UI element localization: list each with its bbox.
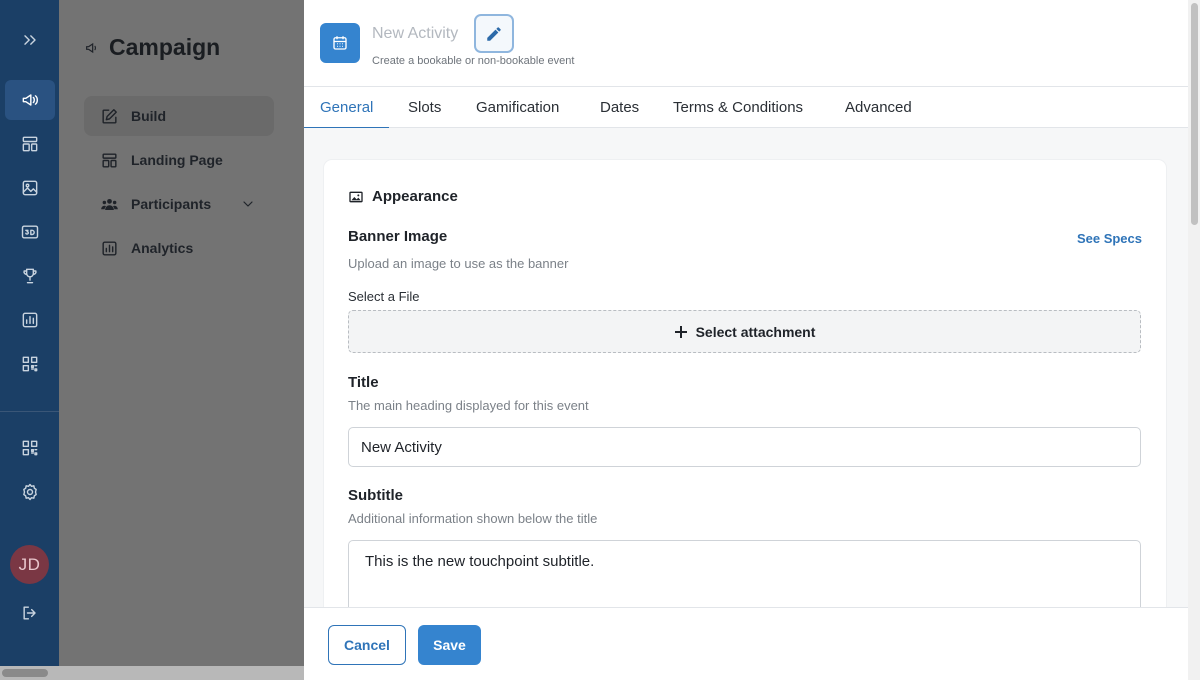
calendar-icon (320, 23, 360, 63)
subtitle-label: Subtitle (348, 487, 403, 504)
megaphone-icon (86, 42, 97, 53)
avatar[interactable]: JD (10, 545, 49, 584)
section-title: Appearance (372, 188, 458, 205)
image-icon[interactable] (5, 168, 55, 208)
title-help: The main heading displayed for this even… (348, 398, 589, 413)
subtitle-help: Additional information shown below the t… (348, 511, 598, 526)
save-button[interactable]: Save (418, 625, 481, 665)
app-rail: JD (0, 0, 59, 666)
pencil-icon (487, 26, 501, 41)
edit-icon (102, 108, 117, 124)
title-label: Title (348, 374, 379, 391)
vertical-scrollbar[interactable] (1188, 0, 1200, 680)
tab-bar: General Slots Gamification Dates Terms &… (303, 87, 1188, 129)
tab-dates[interactable]: Dates (600, 87, 639, 128)
chart-icon (102, 240, 117, 256)
drawer-footer: Cancel Save (304, 607, 1188, 680)
tab-terms-conditions[interactable]: Terms & Conditions (673, 87, 803, 128)
plus-icon (674, 325, 687, 338)
settings-icon[interactable] (5, 472, 55, 512)
see-specs-link[interactable]: See Specs (1077, 231, 1142, 246)
megaphone-icon[interactable] (5, 80, 55, 120)
trophy-icon[interactable] (5, 256, 55, 296)
rail-divider (0, 411, 59, 412)
nav-item-label: Build (131, 108, 166, 124)
edit-title-button[interactable] (474, 14, 514, 53)
banner-help: Upload an image to use as the banner (348, 256, 569, 271)
analytics-icon[interactable] (5, 300, 55, 340)
select-attachment-button[interactable]: Select attachment (348, 310, 1141, 353)
select-attachment-label: Select attachment (695, 323, 816, 340)
layout-icon (102, 152, 117, 168)
drawer-title: New Activity (372, 25, 459, 42)
expand-icon[interactable] (5, 20, 55, 60)
image-icon (349, 191, 363, 202)
horizontal-scrollbar[interactable] (0, 666, 304, 680)
qr-icon[interactable] (5, 428, 55, 468)
campaign-sidebar: Campaign Build Landing Page Participants… (59, 0, 304, 666)
tab-gamification[interactable]: Gamification (476, 87, 559, 128)
scrollbar-thumb[interactable] (1191, 3, 1198, 225)
campaign-title: Campaign (109, 34, 221, 60)
tab-advanced[interactable]: Advanced (845, 87, 912, 128)
scrollbar-thumb[interactable] (2, 669, 48, 677)
tab-slots[interactable]: Slots (408, 87, 441, 128)
nav-item-build[interactable]: Build (84, 96, 274, 136)
title-input[interactable]: New Activity (348, 427, 1141, 467)
nav-item-landing-page[interactable]: Landing Page (84, 140, 274, 180)
drawer-subtitle: Create a bookable or non-bookable event (372, 55, 575, 67)
campaign-heading: Campaign (84, 34, 220, 61)
nav-item-label: Analytics (131, 240, 194, 256)
nav-item-label: Participants (131, 196, 212, 212)
select-file-label: Select a File (348, 289, 420, 304)
activity-drawer: New Activity Create a bookable or non-bo… (303, 0, 1200, 680)
appearance-card: Appearance Banner Image See Specs Upload… (324, 160, 1166, 607)
tab-general[interactable]: General (303, 87, 390, 129)
layout-icon[interactable] (5, 124, 55, 164)
nav-item-label: Landing Page (131, 152, 223, 168)
drawer-header: New Activity Create a bookable or non-bo… (304, 0, 1188, 87)
cancel-button[interactable]: Cancel (328, 625, 406, 665)
qr-icon[interactable] (5, 344, 55, 384)
subtitle-textarea[interactable]: This is the new touchpoint subtitle. (348, 540, 1141, 607)
banner-label: Banner Image (348, 228, 448, 245)
nav-item-participants[interactable]: Participants (84, 184, 274, 224)
users-icon (101, 198, 118, 210)
logout-icon[interactable] (5, 593, 55, 633)
nav-item-analytics[interactable]: Analytics (84, 228, 274, 268)
form-scroll-area[interactable]: Appearance Banner Image See Specs Upload… (304, 128, 1188, 607)
section-heading: Appearance (348, 188, 458, 205)
chevron-down-icon[interactable] (240, 196, 256, 212)
3d-icon[interactable] (5, 212, 55, 252)
